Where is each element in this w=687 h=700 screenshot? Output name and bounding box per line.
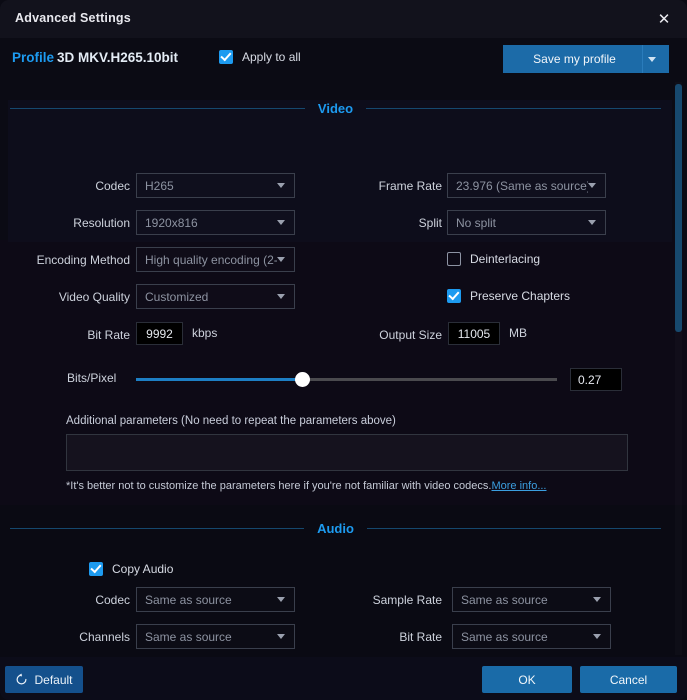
output-size-input[interactable]: 11005 bbox=[448, 322, 500, 345]
audio-codec-label: Codec bbox=[95, 593, 130, 607]
cancel-button-label: Cancel bbox=[609, 672, 648, 687]
chevron-down-icon bbox=[277, 294, 285, 299]
deinterlacing-label: Deinterlacing bbox=[470, 252, 541, 266]
audio-bit-rate-value: Same as source bbox=[461, 629, 548, 644]
frame-rate-select[interactable]: 23.976 (Same as source) bbox=[447, 173, 606, 198]
ok-button[interactable]: OK bbox=[482, 666, 572, 693]
divider-right bbox=[366, 107, 662, 109]
video-quality-select[interactable]: Customized bbox=[136, 284, 295, 309]
video-codec-label: Codec bbox=[95, 179, 130, 193]
video-codec-value: H265 bbox=[145, 178, 174, 193]
sample-rate-value: Same as source bbox=[461, 592, 548, 607]
sample-rate-label: Sample Rate bbox=[372, 593, 442, 607]
split-select[interactable]: No split bbox=[447, 210, 606, 235]
audio-codec-select[interactable]: Same as source bbox=[136, 587, 295, 612]
apply-to-all-checkbox[interactable] bbox=[219, 50, 233, 64]
chevron-down-icon bbox=[277, 220, 285, 225]
bits-per-pixel-slider-handle[interactable] bbox=[295, 372, 310, 387]
encoding-method-label: Encoding Method bbox=[36, 253, 130, 267]
save-my-profile-label: Save my profile bbox=[533, 52, 616, 66]
video-codec-select[interactable]: H265 bbox=[136, 173, 295, 198]
chevron-down-icon bbox=[277, 257, 285, 262]
video-resolution-select[interactable]: 1920x816 bbox=[136, 210, 295, 235]
additional-parameters-input[interactable] bbox=[66, 434, 628, 471]
audio-section-header: Audio bbox=[10, 520, 662, 536]
advanced-settings-dialog: Advanced Settings ✕ Profile 3D MKV.H265.… bbox=[0, 0, 687, 700]
preserve-chapters-checkbox[interactable] bbox=[447, 289, 461, 303]
divider-right bbox=[366, 527, 662, 529]
video-bit-rate-label: Bit Rate bbox=[87, 328, 130, 342]
bits-per-pixel-slider-fill bbox=[136, 378, 303, 381]
chevron-down-icon bbox=[593, 634, 601, 639]
split-label: Split bbox=[418, 216, 442, 230]
video-section-title: Video bbox=[317, 100, 354, 116]
chevron-down-icon bbox=[593, 597, 601, 602]
frame-rate-label: Frame Rate bbox=[378, 179, 442, 193]
audio-section-title: Audio bbox=[317, 520, 354, 536]
preserve-chapters-label: Preserve Chapters bbox=[470, 289, 571, 303]
additional-parameters-note: *It's better not to customize the parame… bbox=[66, 480, 547, 492]
video-quality-label: Video Quality bbox=[58, 290, 130, 304]
video-quality-value: Customized bbox=[145, 289, 209, 304]
additional-parameters-label: Additional parameters (No need to repeat… bbox=[66, 415, 396, 427]
apply-to-all-label: Apply to all bbox=[242, 50, 301, 64]
audio-channels-value: Same as source bbox=[145, 629, 232, 644]
profile-label: Profile bbox=[12, 50, 55, 65]
default-button[interactable]: Default bbox=[5, 666, 83, 693]
bits-per-pixel-value: 0.27 bbox=[578, 372, 602, 387]
apply-to-all-control[interactable]: Apply to all bbox=[219, 50, 301, 64]
bits-per-pixel-input[interactable]: 0.27 bbox=[570, 368, 622, 391]
audio-channels-select[interactable]: Same as source bbox=[136, 624, 295, 649]
chevron-down-icon bbox=[277, 634, 285, 639]
copy-audio-checkbox[interactable] bbox=[89, 562, 103, 576]
chevron-down-icon bbox=[588, 183, 596, 188]
copy-audio-control[interactable]: Copy Audio bbox=[89, 562, 173, 576]
output-size-label: Output Size bbox=[379, 328, 442, 342]
deinterlacing-checkbox[interactable] bbox=[447, 252, 461, 266]
preserve-chapters-control[interactable]: Preserve Chapters bbox=[447, 289, 570, 303]
cancel-button[interactable]: Cancel bbox=[580, 666, 677, 693]
video-bit-rate-input[interactable]: 9992 bbox=[136, 322, 183, 345]
more-info-link[interactable]: More info... bbox=[491, 480, 546, 492]
ok-button-label: OK bbox=[518, 672, 536, 687]
deinterlacing-control[interactable]: Deinterlacing bbox=[447, 252, 540, 266]
chevron-down-icon bbox=[277, 183, 285, 188]
copy-audio-label: Copy Audio bbox=[112, 562, 174, 576]
close-icon[interactable]: ✕ bbox=[651, 6, 677, 32]
output-size-unit: MB bbox=[509, 326, 527, 340]
video-bit-rate-unit: kbps bbox=[192, 326, 218, 340]
video-resolution-value: 1920x816 bbox=[145, 215, 198, 230]
save-my-profile-button[interactable]: Save my profile bbox=[503, 45, 669, 73]
divider-left bbox=[10, 527, 305, 529]
default-button-label: Default bbox=[34, 672, 73, 687]
audio-codec-value: Same as source bbox=[145, 592, 232, 607]
chevron-down-icon bbox=[588, 220, 596, 225]
sample-rate-select[interactable]: Same as source bbox=[452, 587, 611, 612]
audio-bit-rate-label: Bit Rate bbox=[399, 630, 442, 644]
encoding-method-select[interactable]: High quality encoding (2-p bbox=[136, 247, 295, 272]
reset-arrow-icon bbox=[15, 673, 28, 686]
video-bit-rate-value: 9992 bbox=[146, 326, 173, 341]
chevron-down-icon bbox=[277, 597, 285, 602]
title-bar: Advanced Settings ✕ bbox=[0, 0, 687, 38]
output-size-value: 11005 bbox=[457, 326, 491, 341]
dialog-action-bar: Default OK Cancel bbox=[0, 657, 687, 700]
divider-left bbox=[10, 107, 305, 109]
window-title: Advanced Settings bbox=[15, 11, 131, 25]
chevron-down-icon bbox=[647, 56, 656, 62]
audio-channels-label: Channels bbox=[79, 630, 130, 644]
additional-parameters-note-text: *It's better not to customize the parame… bbox=[66, 480, 492, 492]
bits-per-pixel-label: Bits/Pixel bbox=[67, 371, 117, 385]
vertical-scrollbar-thumb[interactable] bbox=[675, 84, 682, 332]
frame-rate-value: 23.976 (Same as source) bbox=[456, 178, 588, 193]
video-resolution-label: Resolution bbox=[73, 216, 130, 230]
profile-value: 3D MKV.H265.10bit bbox=[57, 50, 179, 65]
split-value: No split bbox=[456, 215, 497, 230]
video-section-header: Video bbox=[10, 100, 662, 116]
save-my-profile-dropdown[interactable] bbox=[642, 45, 669, 73]
encoding-method-value: High quality encoding (2-p bbox=[145, 252, 277, 267]
audio-bit-rate-select[interactable]: Same as source bbox=[452, 624, 611, 649]
